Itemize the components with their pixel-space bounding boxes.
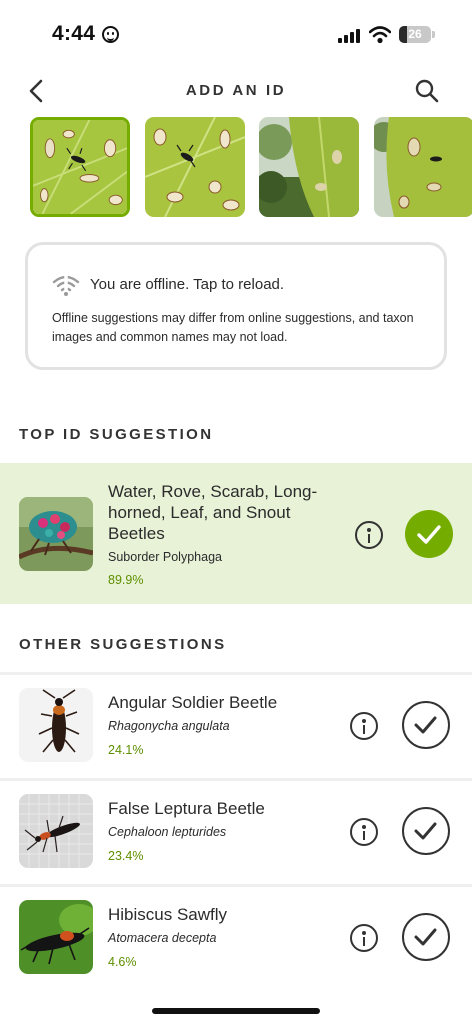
status-time: 4:44 xyxy=(52,22,96,45)
battery-icon: 26 xyxy=(399,26,431,43)
select-taxon-button[interactable] xyxy=(402,807,450,855)
offline-title: You are offline. Tap to reload. xyxy=(90,276,285,293)
select-taxon-button[interactable] xyxy=(405,510,453,558)
taxon-scientific-name: Suborder Polyphaga xyxy=(108,550,222,564)
select-taxon-button[interactable] xyxy=(402,701,450,749)
confidence-score: 89.9% xyxy=(108,573,144,587)
photo-strip[interactable] xyxy=(30,117,472,219)
taxon-scientific-name: Rhagonycha angulata xyxy=(108,719,230,733)
info-icon[interactable] xyxy=(350,924,378,952)
smiley-icon xyxy=(102,26,119,43)
observation-photo-4[interactable] xyxy=(374,117,472,217)
home-indicator xyxy=(152,1008,320,1014)
checkmark-icon xyxy=(414,928,437,946)
suggestion-row[interactable]: False Leptura Beetle Cephaloon lepturide… xyxy=(0,781,472,883)
other-suggestions-heading: OTHER SUGGESTIONS xyxy=(19,636,227,653)
taxon-common-name: False Leptura Beetle xyxy=(108,799,265,818)
wifi-off-icon xyxy=(52,274,80,296)
offline-description: Offline suggestions may differ from onli… xyxy=(52,311,414,344)
confidence-score: 4.6% xyxy=(108,955,137,969)
taxon-common-name: Hibiscus Sawfly xyxy=(108,905,228,924)
status-bar: 4:44 26 xyxy=(0,0,472,70)
taxon-thumbnail xyxy=(19,900,93,974)
taxon-common-name: Water, Rove, Scarab, Long-horned, Leaf, … xyxy=(108,482,318,543)
checkmark-icon xyxy=(417,525,441,544)
page-title: ADD AN ID xyxy=(185,82,287,99)
info-icon[interactable] xyxy=(355,521,383,549)
header: ADD AN ID xyxy=(0,70,472,112)
top-suggestion-row[interactable]: Water, Rove, Scarab, Long-horned, Leaf, … xyxy=(0,463,472,604)
observation-photo-2[interactable] xyxy=(145,117,245,217)
confidence-score: 24.1% xyxy=(108,743,144,757)
battery-tip xyxy=(432,31,435,38)
taxon-thumbnail xyxy=(19,688,93,762)
taxon-scientific-name: Cephaloon lepturides xyxy=(108,825,227,839)
info-icon[interactable] xyxy=(350,712,378,740)
checkmark-icon xyxy=(414,822,437,840)
offline-notice[interactable]: You are offline. Tap to reload. Offline … xyxy=(25,242,447,370)
taxon-thumbnail xyxy=(19,497,93,571)
taxon-scientific-name: Atomacera decepta xyxy=(108,931,217,945)
battery-level xyxy=(399,26,408,43)
search-icon[interactable] xyxy=(412,76,442,106)
checkmark-icon xyxy=(414,716,437,734)
taxon-common-name: Angular Soldier Beetle xyxy=(108,693,278,712)
info-icon[interactable] xyxy=(350,818,378,846)
suggestion-row[interactable]: Hibiscus Sawfly Atomacera decepta 4.6% xyxy=(0,887,472,989)
select-taxon-button[interactable] xyxy=(402,913,450,961)
suggestion-row[interactable]: Angular Soldier Beetle Rhagonycha angula… xyxy=(0,675,472,777)
observation-photo-3[interactable] xyxy=(259,117,359,217)
cellular-signal-icon xyxy=(338,29,364,43)
wifi-icon xyxy=(369,26,391,44)
battery-percent: 26 xyxy=(408,27,422,41)
taxon-thumbnail xyxy=(19,794,93,868)
confidence-score: 23.4% xyxy=(108,849,144,863)
top-suggestion-heading: TOP ID SUGGESTION xyxy=(19,426,214,443)
observation-photo-1[interactable] xyxy=(30,117,130,217)
